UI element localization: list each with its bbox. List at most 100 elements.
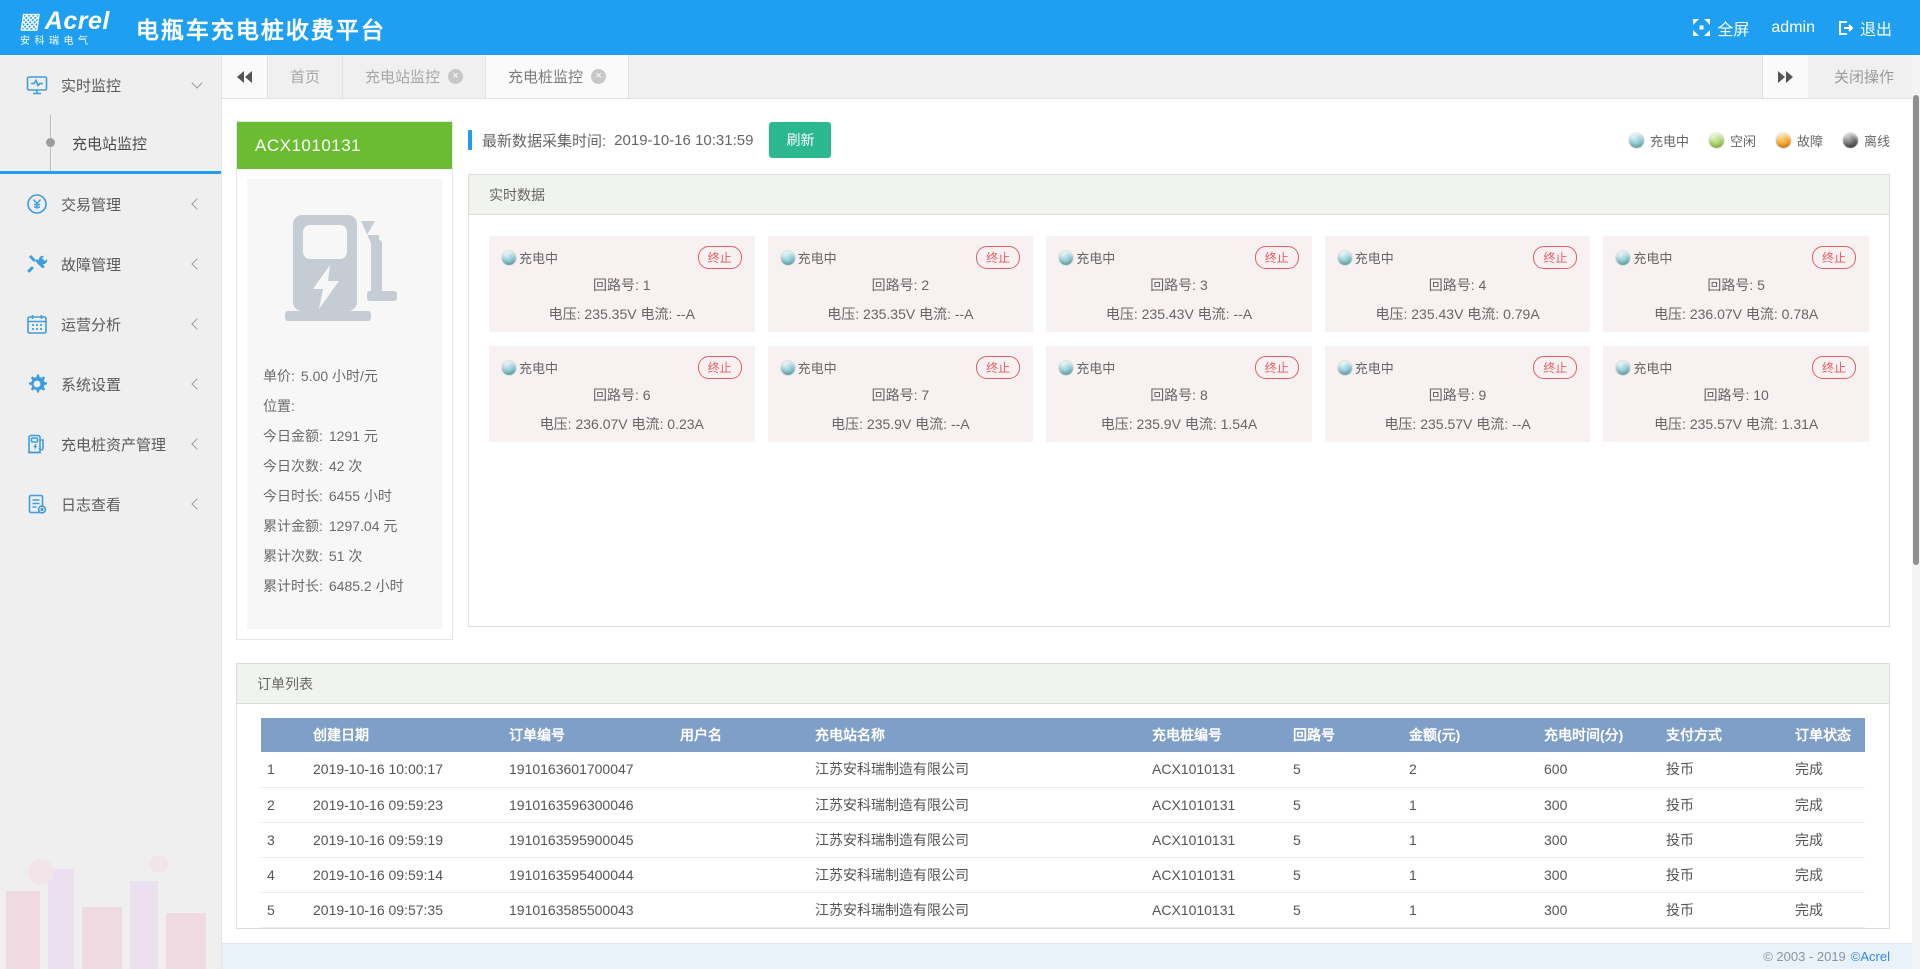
stop-button[interactable]: 终止	[1533, 356, 1577, 379]
username[interactable]: admin	[1771, 19, 1815, 37]
logout-button[interactable]: 退出	[1837, 16, 1892, 40]
table-row[interactable]: 42019-10-16 09:59:141910163595400044江苏安科…	[261, 857, 1865, 892]
tab-label: 首页	[290, 66, 320, 87]
station-stat-row: 今日时长:6455 小时	[263, 481, 442, 511]
circuit-status-label: 充电中	[1355, 358, 1394, 377]
station-stats: 单价:5.00 小时/元位置:今日金额:1291 元今日次数:42 次今日时长:…	[247, 361, 442, 601]
table-row[interactable]: 52019-10-16 09:57:351910163585500043江苏安科…	[261, 892, 1865, 927]
cell-payment: 投币	[1660, 787, 1789, 822]
sidebar-item-交易管理[interactable]: 交易管理	[0, 174, 221, 234]
main-content: ACX1010131	[222, 99, 1920, 943]
chevron-left-icon	[191, 498, 202, 509]
table-row[interactable]: 22019-10-16 09:59:231910163596300046江苏安科…	[261, 787, 1865, 822]
circuit-card-7: 充电中终止回路号: 7电压: 235.9V 电流: --A	[768, 346, 1034, 442]
circuit-status-label: 充电中	[798, 248, 837, 267]
orders-table: 创建日期订单编号用户名充电站名称充电桩编号回路号金额(元)充电时间(分)支付方式…	[261, 718, 1865, 928]
circuit-status-label: 充电中	[519, 358, 558, 377]
circuit-status: 充电中	[1338, 248, 1394, 267]
stop-button[interactable]: 终止	[976, 356, 1020, 379]
cell-payment: 投币	[1660, 857, 1789, 892]
scrollbar-thumb[interactable]	[1913, 95, 1919, 565]
tabs-scroll-left-button[interactable]	[222, 55, 268, 98]
circuit-status: 充电中	[1616, 248, 1672, 267]
circuit-number: 回路号: 4	[1338, 275, 1578, 295]
cell-circuit: 5	[1287, 892, 1403, 927]
tab-充电桩监控[interactable]: 充电桩监控×	[486, 55, 629, 98]
tabs-scroll-right-button[interactable]	[1762, 55, 1808, 98]
stop-button[interactable]: 终止	[1812, 246, 1856, 269]
cell-status: 完成	[1789, 822, 1865, 857]
circuit-status-label: 充电中	[1633, 358, 1672, 377]
charging-status-icon	[1338, 361, 1352, 375]
fullscreen-button[interactable]: 全屏	[1693, 16, 1749, 40]
tab-充电站监控[interactable]: 充电站监控×	[343, 55, 486, 98]
cell-station: 江苏安科瑞制造有限公司	[809, 787, 1146, 822]
sidebar-item-运营分析[interactable]: 运营分析	[0, 294, 221, 354]
sidebar-item-label: 故障管理	[61, 254, 193, 275]
fullscreen-icon	[1693, 19, 1710, 36]
sidebar-subitem-充电站监控[interactable]: 充电站监控	[0, 115, 221, 171]
col-订单状态: 订单状态	[1789, 718, 1865, 752]
tab-首页[interactable]: 首页	[268, 55, 343, 98]
orders-panel: 订单列表 创建日期订单编号用户名充电站名称充电桩编号回路号金额(元)充电时间(分…	[236, 663, 1890, 929]
cell-created: 2019-10-16 09:57:35	[307, 892, 503, 927]
sidebar-item-实时监控[interactable]: 实时监控	[0, 55, 221, 115]
cell-station: 江苏安科瑞制造有限公司	[809, 822, 1146, 857]
sidebar-item-系统设置[interactable]: 系统设置	[0, 354, 221, 414]
brand-link[interactable]: ©Acrel	[1851, 949, 1890, 964]
circuit-card-8: 充电中终止回路号: 8电压: 235.9V 电流: 1.54A	[1046, 346, 1312, 442]
stop-button[interactable]: 终止	[976, 246, 1020, 269]
sidebar-item-label: 运营分析	[61, 314, 193, 335]
refresh-button[interactable]: 刷新	[769, 122, 831, 158]
legend-label: 故障	[1797, 131, 1823, 150]
col-订单编号: 订单编号	[503, 718, 674, 752]
sidebar-item-label: 日志查看	[61, 494, 193, 515]
charging-status-icon	[502, 251, 516, 265]
circuit-card-2: 充电中终止回路号: 2电压: 235.35V 电流: --A	[768, 236, 1034, 332]
table-row[interactable]: 12019-10-16 10:00:171910163601700047江苏安科…	[261, 752, 1865, 787]
cell-duration: 300	[1538, 787, 1660, 822]
stop-button[interactable]: 终止	[1255, 356, 1299, 379]
stop-button[interactable]: 终止	[698, 356, 742, 379]
cell-payment: 投币	[1660, 892, 1789, 927]
cell-duration: 300	[1538, 857, 1660, 892]
tab-close-icon[interactable]: ×	[448, 69, 463, 84]
cell-pile: ACX1010131	[1146, 752, 1287, 787]
circuit-grid: 充电中终止回路号: 1电压: 235.35V 电流: --A充电中终止回路号: …	[469, 215, 1889, 463]
sidebar-item-充电桩资产管理[interactable]: 充电桩资产管理	[0, 414, 221, 474]
chevron-left-icon	[191, 318, 202, 329]
chevron-down-icon	[191, 77, 202, 88]
circuit-status-label: 充电中	[519, 248, 558, 267]
cell-station: 江苏安科瑞制造有限公司	[809, 857, 1146, 892]
sidebar-item-日志查看[interactable]: 日志查看	[0, 474, 221, 534]
offline-status-icon	[1843, 133, 1858, 148]
charging-status-icon	[781, 361, 795, 375]
sidebar-item-label: 实时监控	[61, 75, 193, 96]
idle-status-icon	[1709, 133, 1724, 148]
stat-value: 6485.2 小时	[329, 578, 404, 594]
tab-close-icon[interactable]: ×	[591, 69, 606, 84]
sidebar-item-故障管理[interactable]: 故障管理	[0, 234, 221, 294]
circuit-card-4: 充电中终止回路号: 4电压: 235.43V 电流: 0.79A	[1325, 236, 1591, 332]
circuit-card-top: 充电中 终止	[1616, 356, 1856, 379]
table-row[interactable]: 32019-10-16 09:59:191910163595900045江苏安科…	[261, 822, 1865, 857]
chevron-left-icon	[191, 438, 202, 449]
close-operations-button[interactable]: 关闭操作	[1808, 55, 1920, 98]
sidebar-item-label: 系统设置	[61, 374, 193, 395]
circuit-status: 充电中	[1338, 358, 1394, 377]
station-stat-row: 单价:5.00 小时/元	[263, 361, 442, 391]
charging-status-icon	[1629, 133, 1644, 148]
col-充电站名称: 充电站名称	[809, 718, 1146, 752]
stop-button[interactable]: 终止	[1533, 246, 1577, 269]
stat-label: 累计时长:	[263, 578, 323, 594]
circuit-card-1: 充电中终止回路号: 1电压: 235.35V 电流: --A	[489, 236, 755, 332]
stop-button[interactable]: 终止	[1255, 246, 1299, 269]
stop-button[interactable]: 终止	[1812, 356, 1856, 379]
vertical-scrollbar[interactable]	[1912, 55, 1920, 969]
cell-payment: 投币	[1660, 752, 1789, 787]
charging-status-icon	[1059, 361, 1073, 375]
cell-order_no: 1910163585500043	[503, 892, 674, 927]
stop-button[interactable]: 终止	[698, 246, 742, 269]
sidebar-subitem-label: 充电站监控	[72, 133, 147, 154]
logout-icon	[1837, 20, 1853, 36]
